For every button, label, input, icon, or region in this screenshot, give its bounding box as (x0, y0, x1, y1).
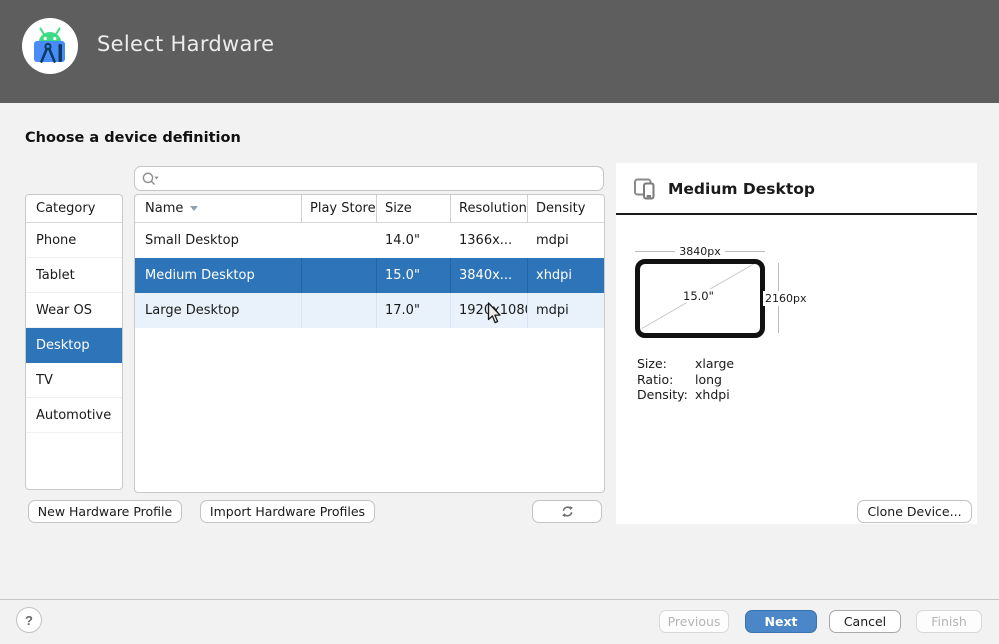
category-item-tablet[interactable]: Tablet (26, 258, 122, 293)
android-studio-logo-icon (22, 18, 78, 74)
refresh-icon (560, 504, 575, 519)
table-row-small-desktop[interactable]: Small Desktop 14.0" 1366x... mdpi (135, 223, 604, 258)
spec-density: Density:xhdpi (637, 387, 734, 403)
detail-title: Medium Desktop (668, 180, 815, 198)
sort-desc-icon (190, 206, 198, 211)
diagram-width-dimension: 3840px (635, 245, 765, 258)
new-hardware-profile-button[interactable]: New Hardware Profile (28, 500, 182, 523)
import-hardware-profiles-button[interactable]: Import Hardware Profiles (200, 500, 375, 523)
search-input[interactable] (161, 169, 597, 189)
category-header: Category (26, 195, 122, 223)
clone-device-button[interactable]: Clone Device... (857, 500, 972, 523)
spec-ratio: Ratio:long (637, 372, 734, 388)
previous-button[interactable]: Previous (659, 610, 729, 633)
footer-separator (0, 599, 999, 600)
refresh-button[interactable] (532, 500, 602, 523)
category-item-phone[interactable]: Phone (26, 223, 122, 258)
device-detail-panel: Medium Desktop 3840px 15.0" 2160px Size:… (616, 163, 977, 524)
diagram-width-label: 3840px (675, 245, 725, 258)
page-heading: Choose a device definition (25, 130, 241, 146)
category-item-wear-os[interactable]: Wear OS (26, 293, 122, 328)
next-button[interactable]: Next (745, 610, 817, 633)
spec-size: Size:xlarge (637, 356, 734, 372)
search-icon (141, 171, 161, 186)
diagram-height-label: 2160px (763, 291, 809, 306)
column-header-density[interactable]: Density (528, 195, 604, 222)
finish-button[interactable]: Finish (916, 610, 982, 633)
table-row-large-desktop[interactable]: Large Desktop 17.0" 1920x1080 mdpi (135, 293, 604, 328)
cancel-button[interactable]: Cancel (829, 610, 901, 633)
device-specs: Size:xlarge Ratio:long Density:xhdpi (637, 356, 734, 403)
devices-icon (633, 176, 659, 202)
category-item-automotive[interactable]: Automotive (26, 398, 122, 433)
column-header-play-store[interactable]: Play Store (302, 195, 377, 222)
category-item-desktop[interactable]: Desktop (26, 328, 122, 363)
diagram-diagonal-label: 15.0" (680, 289, 717, 303)
device-table: Name Play Store Size Resolution Density … (134, 194, 605, 493)
device-screen-diagram: 15.0" (635, 259, 765, 338)
column-header-resolution[interactable]: Resolution (451, 195, 528, 222)
column-header-name[interactable]: Name (135, 195, 302, 222)
search-box[interactable] (134, 166, 604, 191)
help-button[interactable]: ? (16, 607, 42, 633)
category-item-tv[interactable]: TV (26, 363, 122, 398)
column-header-size[interactable]: Size (377, 195, 451, 222)
dialog-banner: Select Hardware (0, 0, 999, 103)
table-header-row: Name Play Store Size Resolution Density (135, 195, 604, 223)
dialog-title: Select Hardware (97, 32, 274, 56)
detail-separator (616, 213, 977, 215)
table-row-medium-desktop[interactable]: Medium Desktop 15.0" 3840x... xhdpi (135, 258, 604, 293)
category-panel: Category Phone Tablet Wear OS Desktop TV… (25, 194, 123, 490)
